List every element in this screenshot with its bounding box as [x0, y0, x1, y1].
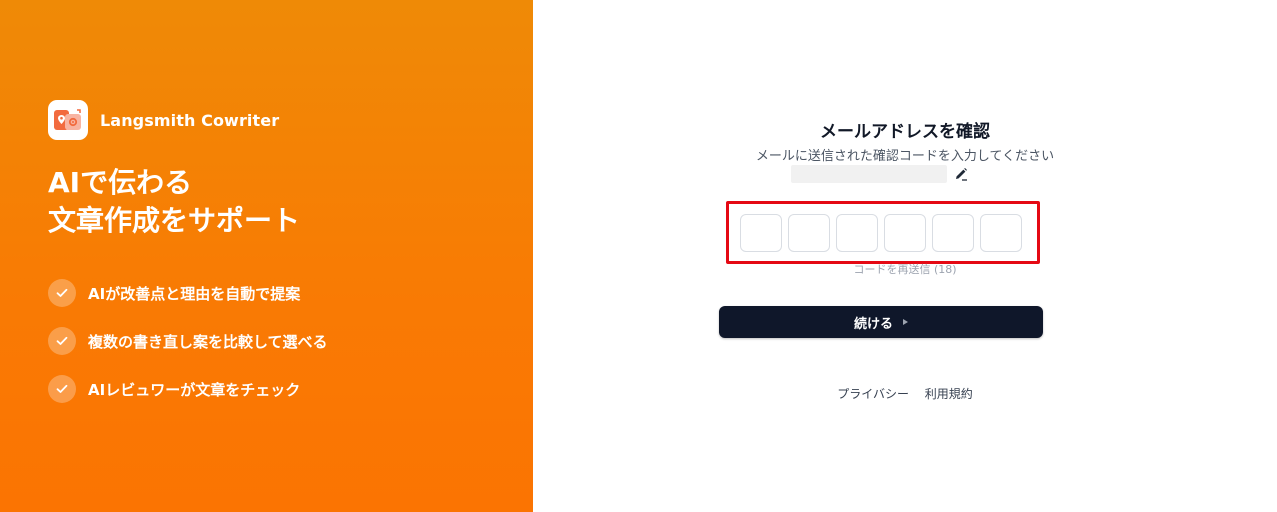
resend-countdown: (18) — [933, 263, 957, 276]
footer-links: プライバシー 利用規約 — [533, 385, 1277, 402]
hero-headline: AIで伝わる 文章作成をサポート — [48, 164, 300, 240]
code-digit-5[interactable] — [932, 214, 974, 252]
continue-button[interactable]: 続ける — [719, 306, 1043, 338]
feature-item: AIレビュワーが文章をチェック — [48, 375, 328, 403]
continue-label: 続ける — [853, 316, 893, 332]
email-row — [791, 165, 969, 183]
code-digit-3[interactable] — [836, 214, 878, 252]
check-icon — [48, 375, 76, 403]
masked-email — [791, 165, 947, 183]
page-title: メールアドレスを確認 — [820, 122, 990, 142]
feature-item: AIが改善点と理由を自動で提案 — [48, 279, 328, 307]
hero-line-2: 文章作成をサポート — [48, 204, 301, 237]
resend-code-link[interactable]: コードを再送信 (18) — [533, 261, 1277, 277]
brand: Langsmith Cowriter — [48, 100, 279, 140]
page-subtitle: メールに送信された確認コードを入力してください — [755, 149, 1055, 164]
app-logo-icon — [48, 100, 88, 140]
play-arrow-icon — [903, 319, 908, 325]
feature-text: 複数の書き直し案を比較して選べる — [88, 332, 328, 351]
feature-list: AIが改善点と理由を自動で提案 複数の書き直し案を比較して選べる AIレビュワー… — [48, 279, 328, 423]
code-digit-2[interactable] — [788, 214, 830, 252]
hero-line-1: AIで伝わる — [48, 166, 193, 199]
code-digit-6[interactable] — [980, 214, 1022, 252]
pencil-icon[interactable] — [953, 166, 969, 182]
terms-link[interactable]: 利用規約 — [925, 387, 973, 401]
code-digit-4[interactable] — [884, 214, 926, 252]
hero-panel: Langsmith Cowriter AIで伝わる 文章作成をサポート AIが改… — [0, 0, 533, 512]
check-icon — [48, 327, 76, 355]
feature-text: AIレビュワーが文章をチェック — [88, 380, 301, 399]
verification-code-input — [740, 214, 1022, 252]
resend-label: コードを再送信 — [853, 263, 931, 276]
privacy-link[interactable]: プライバシー — [837, 387, 909, 401]
brand-name: Langsmith Cowriter — [100, 110, 280, 130]
code-digit-1[interactable] — [740, 214, 782, 252]
feature-text: AIが改善点と理由を自動で提案 — [88, 284, 301, 303]
check-icon — [48, 279, 76, 307]
feature-item: 複数の書き直し案を比較して選べる — [48, 327, 328, 355]
verify-panel: メールアドレスを確認 メールに送信された確認コードを入力してください コードを再… — [533, 0, 1277, 512]
